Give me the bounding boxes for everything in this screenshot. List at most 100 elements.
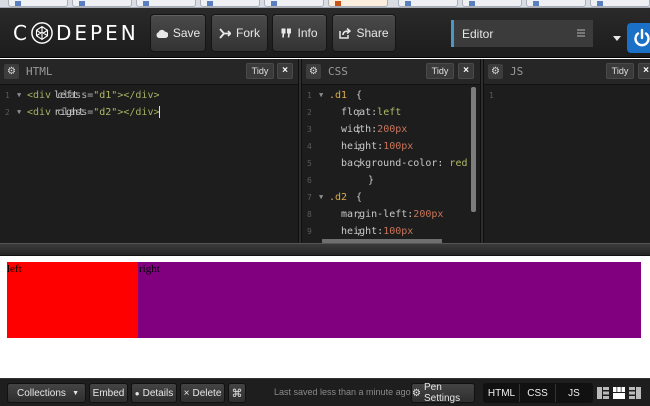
gear-icon[interactable]: ⚙ xyxy=(306,64,321,79)
code-line[interactable]: 2 ▼ <div class="d2"> right </div> xyxy=(0,104,298,121)
code-token: ; xyxy=(356,141,363,152)
favicon-icon xyxy=(533,1,539,6)
share-icon xyxy=(339,27,352,39)
fork-button[interactable]: Fork xyxy=(211,14,268,52)
gear-icon: ⚙ xyxy=(412,387,421,399)
favicon-icon xyxy=(143,1,149,6)
css-editor-pane: ⚙ CSS Tidy × 1 ▼ .d1{2 float:left; 3 width:… xyxy=(302,59,480,243)
browser-tab[interactable] xyxy=(264,0,324,7)
css-vertical-scrollbar[interactable] xyxy=(471,87,476,212)
gear-icon[interactable]: ⚙ xyxy=(4,64,19,79)
favicon-icon xyxy=(335,1,341,6)
collections-dropdown[interactable]: Collections ▼ xyxy=(7,383,86,403)
fold-arrow-icon[interactable]: ▼ xyxy=(319,87,323,104)
editor-layout-value: Editor xyxy=(462,26,494,41)
js-code-area[interactable]: 1 xyxy=(484,87,650,243)
last-saved-status: Last saved less than a minute ago xyxy=(274,387,411,397)
browser-tab[interactable] xyxy=(200,0,260,7)
code-line[interactable]: 1 ▼ .d1 { xyxy=(302,87,480,104)
js-close-button[interactable]: × xyxy=(638,63,650,79)
code-line[interactable]: 3 width:200px; xyxy=(302,121,480,138)
html-close-button[interactable]: × xyxy=(277,63,293,79)
browser-tab-active[interactable] xyxy=(328,0,388,7)
codepen-logo[interactable]: C DEPEN xyxy=(13,20,139,46)
css-code-area[interactable]: 1 ▼ .d1{2 float:left; 3 width:200px; 4 heigh… xyxy=(302,87,480,243)
browser-tab[interactable] xyxy=(526,0,586,7)
code-line[interactable]: 1 xyxy=(484,87,650,104)
line-number: 4 xyxy=(307,142,312,151)
embed-button[interactable]: Embed xyxy=(89,383,128,403)
power-button[interactable] xyxy=(627,23,650,53)
code-line[interactable]: 5 background-color: red; xyxy=(302,155,480,172)
layout-right-icon[interactable] xyxy=(629,387,641,399)
speech-bubble-icon: ● xyxy=(134,388,140,398)
code-line[interactable]: 1 ▼ <div class="d1"> left </div> xyxy=(0,87,298,104)
js-pane-title: JS xyxy=(510,65,524,78)
code-text: <div class="d2"> right </div> xyxy=(27,104,161,121)
code-line[interactable]: 9 height:100px; xyxy=(302,223,480,240)
css-pane-header: ⚙ CSS Tidy × xyxy=(302,59,480,85)
code-text: margin-left:200px; xyxy=(329,206,443,223)
editor-view-tabs: HTML CSS JS xyxy=(483,383,593,403)
logo-letter-c: C xyxy=(13,21,30,45)
delete-button[interactable]: × Delete xyxy=(180,383,225,403)
code-text: width:200px; xyxy=(329,121,407,138)
cloud-icon xyxy=(156,29,168,38)
layout-left-icon[interactable] xyxy=(597,387,609,399)
chevron-down-icon[interactable] xyxy=(613,36,621,41)
line-number: 6 xyxy=(307,176,312,185)
code-token: { xyxy=(356,192,363,203)
code-line[interactable]: 7 ▼ .d2 { xyxy=(302,189,480,206)
fold-arrow-icon[interactable]: ▼ xyxy=(319,189,323,206)
info-button[interactable]: Info xyxy=(272,14,327,52)
details-button[interactable]: ● Details xyxy=(131,383,177,403)
js-tidy-button[interactable]: Tidy xyxy=(606,63,634,79)
css-close-button[interactable]: × xyxy=(458,63,474,79)
html-tidy-button[interactable]: Tidy xyxy=(246,63,274,79)
html-code-area[interactable]: 1 ▼ <div class="d1"> left </div> 2 ▼ <div class… xyxy=(0,87,298,243)
gear-icon[interactable]: ⚙ xyxy=(488,64,503,79)
js-editor-pane: ⚙ JS Tidy × 1 xyxy=(484,59,650,243)
browser-tab[interactable] xyxy=(590,0,650,7)
fold-arrow-icon[interactable]: ▼ xyxy=(17,87,21,104)
view-tab-css[interactable]: CSS xyxy=(520,384,556,402)
browser-tab[interactable] xyxy=(136,0,196,7)
view-tab-js[interactable]: JS xyxy=(556,384,592,402)
pen-settings-button[interactable]: ⚙ Pen Settings xyxy=(411,382,475,404)
power-icon xyxy=(634,28,650,47)
command-icon: ⌘ xyxy=(231,387,243,400)
line-number: 1 xyxy=(307,91,312,100)
code-line[interactable]: 8 margin-left:200px; xyxy=(302,206,480,223)
editor-layout-select[interactable]: Editor xyxy=(451,20,593,47)
save-button[interactable]: Save xyxy=(150,14,206,52)
favicon-icon xyxy=(405,1,411,6)
code-token: .d2 xyxy=(329,192,348,203)
preview-resize-bar[interactable] xyxy=(0,243,650,256)
browser-tab[interactable] xyxy=(72,0,132,7)
css-pane-title: CSS xyxy=(328,65,348,78)
share-button-label: Share xyxy=(356,26,389,40)
code-line[interactable]: 2 float:left; xyxy=(302,104,480,121)
view-tab-html[interactable]: HTML xyxy=(484,384,520,402)
code-token: .d1 xyxy=(329,90,348,101)
line-number: 3 xyxy=(307,125,312,134)
code-text: .d1 { xyxy=(329,87,362,104)
code-token: 200px xyxy=(413,209,444,220)
line-number: 8 xyxy=(307,210,312,219)
code-line[interactable]: 6 } xyxy=(302,172,480,189)
keyboard-shortcuts-button[interactable]: ⌘ xyxy=(228,383,246,403)
html-pane-title: HTML xyxy=(26,65,53,78)
layout-top-icon[interactable] xyxy=(613,387,625,399)
browser-tab[interactable] xyxy=(462,0,522,7)
fold-arrow-icon[interactable]: ▼ xyxy=(17,104,21,121)
pen-settings-label: Pen Settings xyxy=(423,382,461,404)
browser-tab[interactable] xyxy=(8,0,68,7)
html-editor-pane: ⚙ HTML Tidy × 1 ▼ <div class="d1"> left </di… xyxy=(0,59,298,243)
text-cursor xyxy=(159,106,161,118)
browser-tab[interactable] xyxy=(398,0,458,7)
code-token: width: xyxy=(329,124,378,135)
css-tidy-button[interactable]: Tidy xyxy=(426,63,454,79)
share-button[interactable]: Share xyxy=(332,14,396,52)
code-line[interactable]: 4 height:100px; xyxy=(302,138,480,155)
code-token: left xyxy=(54,90,79,101)
